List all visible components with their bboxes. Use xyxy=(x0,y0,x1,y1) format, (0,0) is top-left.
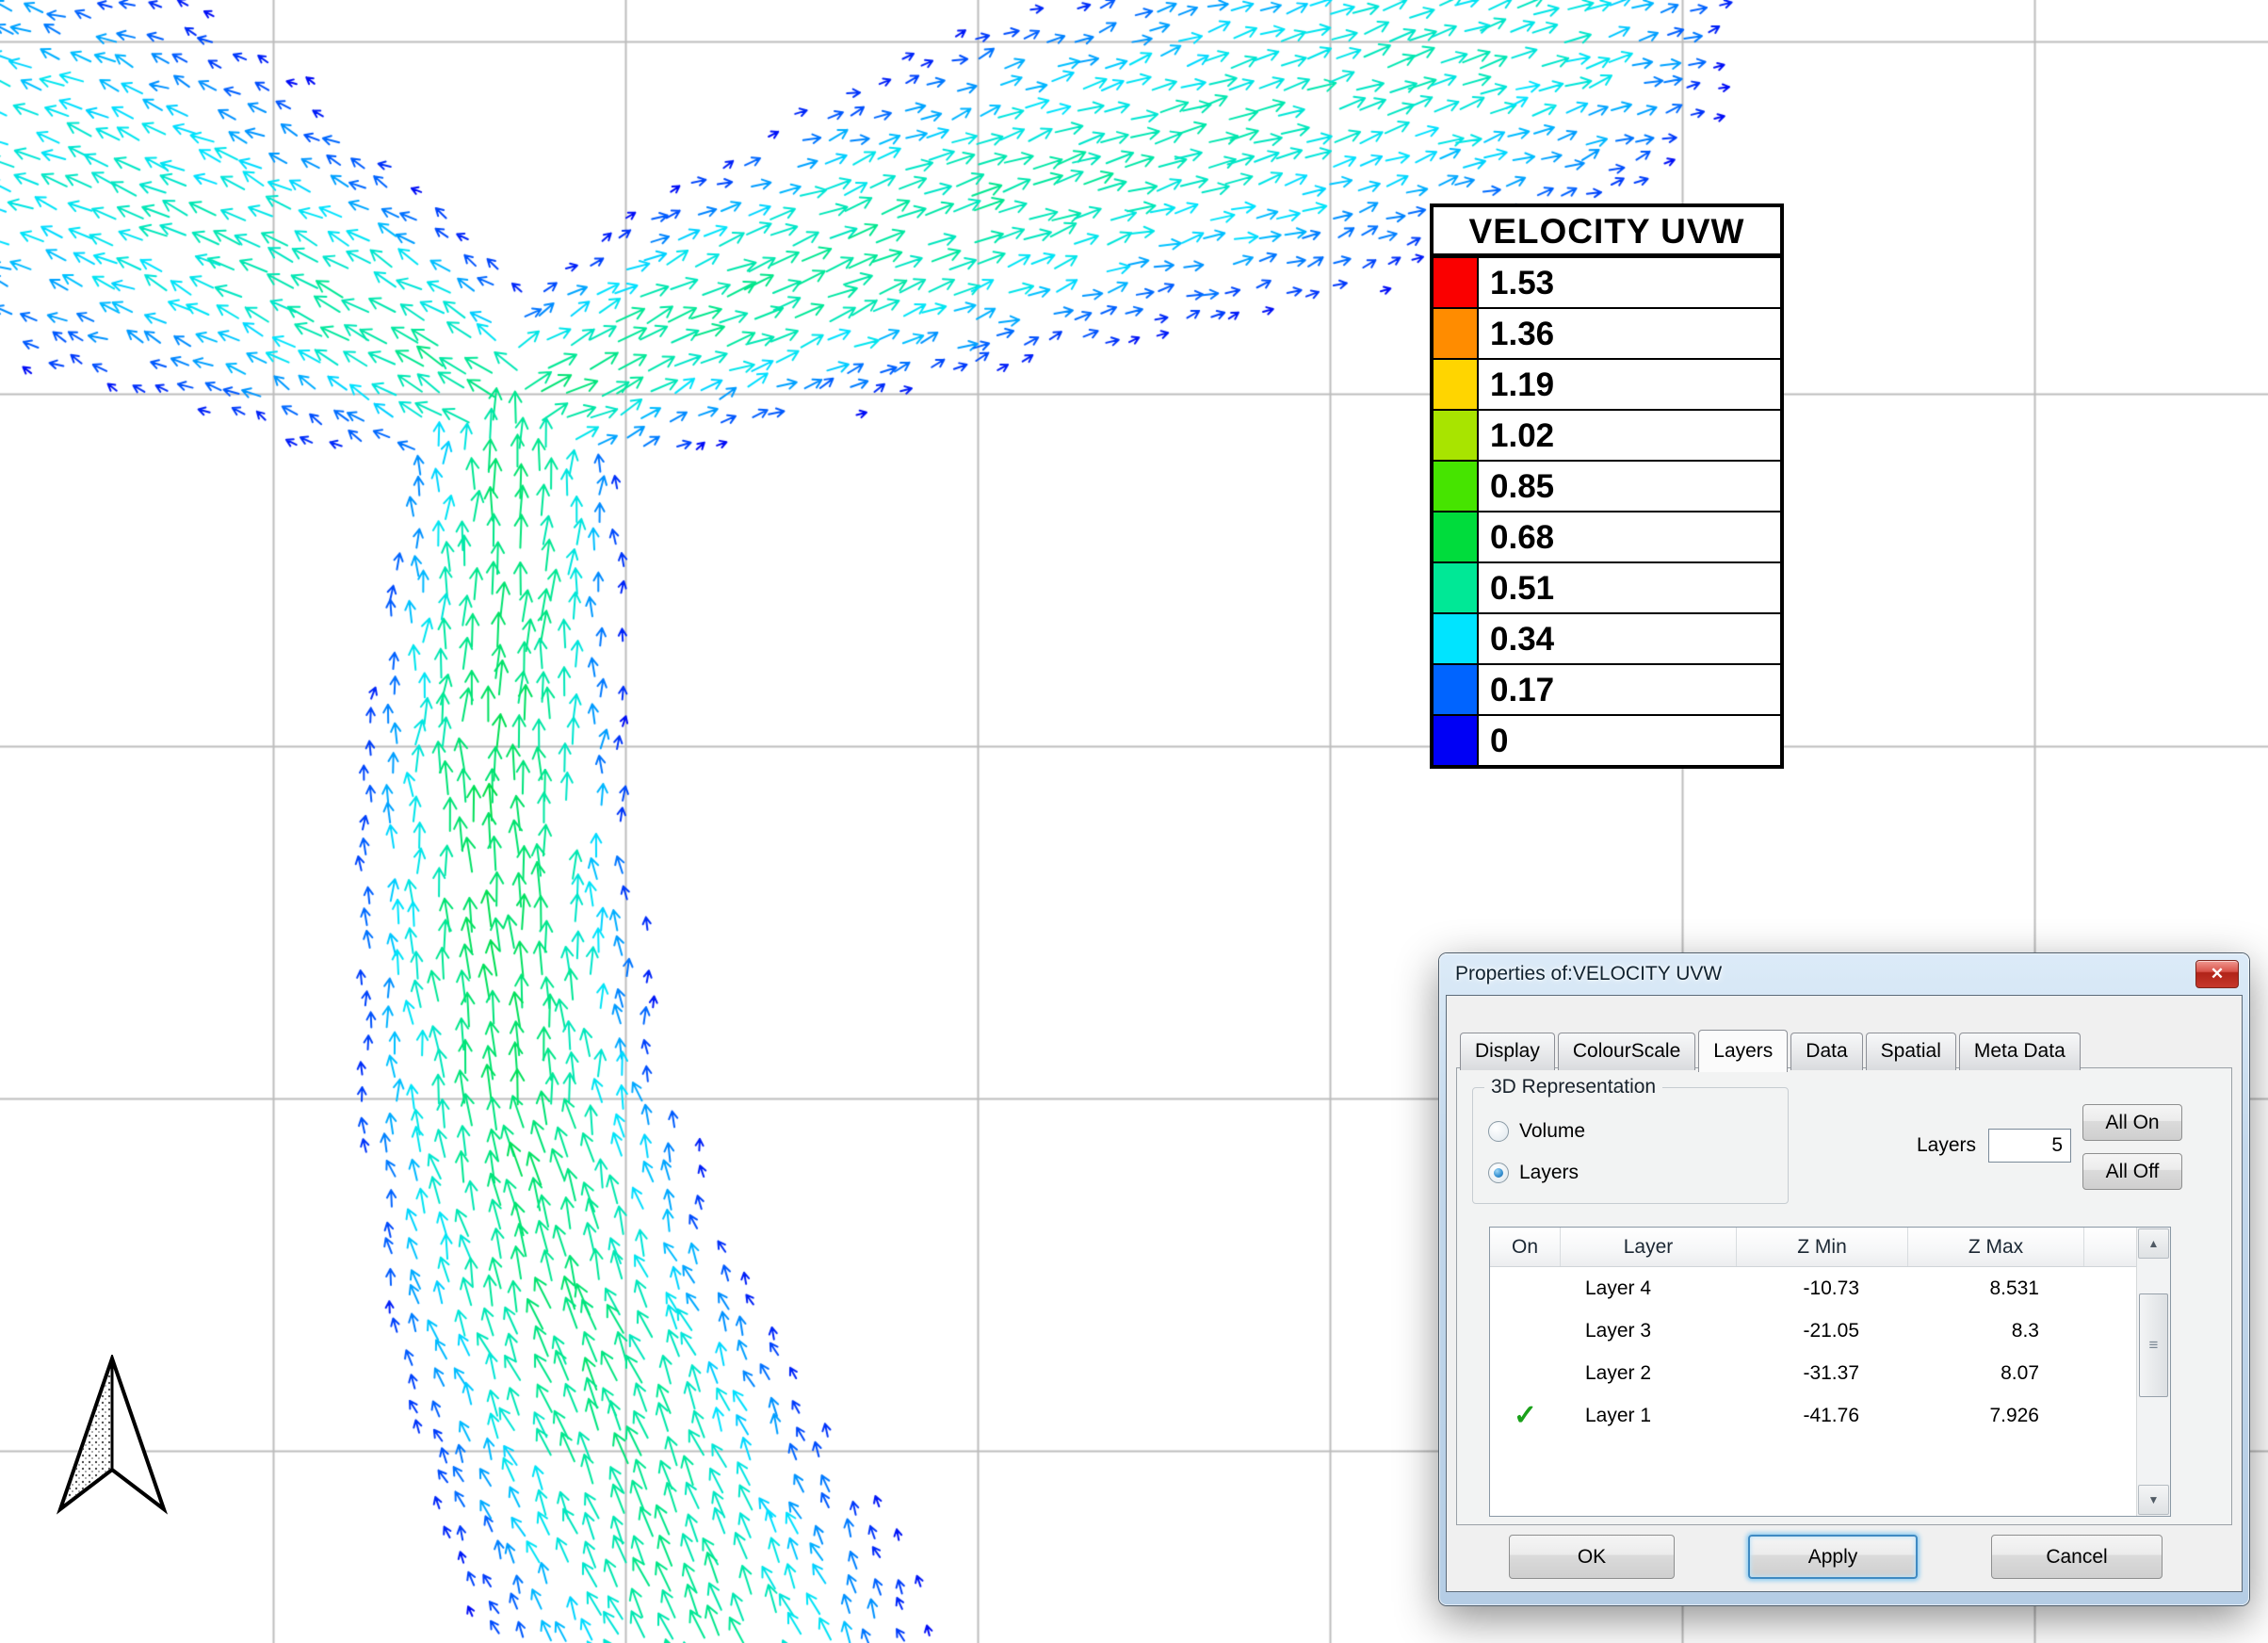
layer-name: Layer 4 xyxy=(1561,1277,1737,1300)
legend-swatch xyxy=(1434,512,1479,561)
legend-swatch xyxy=(1434,411,1479,460)
radio-layers[interactable]: Layers xyxy=(1488,1162,1579,1184)
layers-table: On Layer Z Min Z Max Layer 4 -10.73 8.53… xyxy=(1489,1227,2171,1517)
legend-swatch xyxy=(1434,716,1479,765)
column-header-zmax[interactable]: Z Max xyxy=(1908,1228,2084,1266)
tab-data[interactable]: Data xyxy=(1790,1033,1862,1070)
column-header-on[interactable]: On xyxy=(1490,1228,1561,1266)
legend-row: 1.36 xyxy=(1434,307,1780,358)
legend-row: 1.19 xyxy=(1434,358,1780,409)
layers-table-header: On Layer Z Min Z Max xyxy=(1490,1228,2170,1267)
legend-row: 0 xyxy=(1434,714,1780,765)
representation-groupbox: 3D Representation Volume Layers xyxy=(1472,1087,1789,1204)
velocity-legend: VELOCITY UVW 1.53 1.36 1.19 1.02 0.85 0.… xyxy=(1430,203,1784,769)
dialog-title: Properties of:VELOCITY UVW xyxy=(1446,963,1722,985)
legend-value: 0.51 xyxy=(1479,563,1780,612)
close-button[interactable]: ✕ xyxy=(2195,960,2239,988)
table-row-layer2[interactable]: Layer 2 -31.37 8.07 xyxy=(1490,1352,2170,1394)
legend-row: 0.17 xyxy=(1434,663,1780,714)
ok-button[interactable]: OK xyxy=(1509,1535,1675,1579)
legend-row: 1.02 xyxy=(1434,409,1780,460)
layer-zmax: 8.07 xyxy=(1908,1362,2084,1385)
groupbox-title: 3D Representation xyxy=(1484,1076,1662,1098)
legend-value: 0.85 xyxy=(1479,462,1780,511)
scrollbar-grip-icon: ≡ xyxy=(2149,1336,2159,1355)
legend-swatch xyxy=(1434,563,1479,612)
north-arrow-icon xyxy=(55,1355,170,1515)
legend-value: 0.17 xyxy=(1479,665,1780,714)
layer-zmin: -41.76 xyxy=(1737,1405,1908,1427)
legend-value: 0.34 xyxy=(1479,614,1780,663)
legend-swatch xyxy=(1434,665,1479,714)
layer-toggle-buttons: All On All Off xyxy=(2082,1104,2182,1190)
properties-dialog: Properties of:VELOCITY UVW ✕ Display Col… xyxy=(1439,953,2249,1605)
table-row-layer1[interactable]: ✓ Layer 1 -41.76 7.926 xyxy=(1490,1394,2170,1437)
legend-value: 1.19 xyxy=(1479,360,1780,409)
column-header-layer[interactable]: Layer xyxy=(1561,1228,1737,1266)
dialog-titlebar[interactable]: Properties of:VELOCITY UVW ✕ xyxy=(1446,953,2243,995)
layers-count-input[interactable] xyxy=(1988,1129,2071,1163)
layer-zmax: 8.3 xyxy=(1908,1320,2084,1342)
table-row-layer4[interactable]: Layer 4 -10.73 8.531 xyxy=(1490,1267,2170,1310)
legend-value: 0 xyxy=(1479,716,1780,765)
all-on-button[interactable]: All On xyxy=(2082,1104,2182,1141)
tab-display[interactable]: Display xyxy=(1460,1033,1555,1070)
dialog-footer: OK Apply Cancel xyxy=(1447,1535,2242,1580)
layer-zmax: 7.926 xyxy=(1908,1405,2084,1427)
column-header-zmin[interactable]: Z Min xyxy=(1737,1228,1908,1266)
layer-zmin: -31.37 xyxy=(1737,1362,1908,1385)
layers-count-field: Layers xyxy=(1917,1129,2071,1163)
layers-count-label: Layers xyxy=(1917,1134,1976,1157)
cancel-button[interactable]: Cancel xyxy=(1991,1535,2163,1579)
tab-layers[interactable]: Layers xyxy=(1698,1030,1788,1072)
legend-swatch xyxy=(1434,309,1479,358)
radio-layers-circle-icon[interactable] xyxy=(1488,1163,1509,1183)
legend-value: 1.36 xyxy=(1479,309,1780,358)
dialog-client-area: Display ColourScale Layers Data Spatial … xyxy=(1446,995,2243,1592)
legend-value: 1.53 xyxy=(1479,258,1780,307)
legend-row: 1.53 xyxy=(1434,256,1780,307)
scroll-up-icon: ▲ xyxy=(2148,1237,2160,1250)
layer-name: Layer 3 xyxy=(1561,1320,1737,1342)
radio-volume[interactable]: Volume xyxy=(1488,1120,1585,1143)
legend-value: 0.68 xyxy=(1479,512,1780,561)
layer-zmax: 8.531 xyxy=(1908,1277,2084,1300)
legend-row: 0.68 xyxy=(1434,511,1780,561)
layer-on-check-icon[interactable]: ✓ xyxy=(1490,1399,1561,1432)
legend-title: VELOCITY UVW xyxy=(1434,207,1780,256)
radio-volume-circle-icon[interactable] xyxy=(1488,1121,1509,1142)
layer-zmin: -21.05 xyxy=(1737,1320,1908,1342)
all-off-button[interactable]: All Off xyxy=(2082,1153,2182,1190)
table-scrollbar[interactable]: ▲ ≡ ▼ xyxy=(2136,1228,2170,1516)
legend-swatch xyxy=(1434,462,1479,511)
scroll-down-icon: ▼ xyxy=(2148,1493,2160,1506)
scroll-down-button[interactable]: ▼ xyxy=(2138,1485,2169,1515)
layer-zmin: -10.73 xyxy=(1737,1277,1908,1300)
legend-row: 0.85 xyxy=(1434,460,1780,511)
legend-swatch xyxy=(1434,258,1479,307)
legend-value: 1.02 xyxy=(1479,411,1780,460)
apply-button[interactable]: Apply xyxy=(1748,1535,1918,1579)
scroll-up-button[interactable]: ▲ xyxy=(2138,1228,2169,1259)
layers-tab-panel: 3D Representation Volume Layers Layers xyxy=(1456,1067,2232,1525)
radio-layers-label: Layers xyxy=(1519,1162,1579,1184)
map-view: VELOCITY UVW 1.53 1.36 1.19 1.02 0.85 0.… xyxy=(0,0,2268,1643)
legend-swatch xyxy=(1434,614,1479,663)
layer-name: Layer 2 xyxy=(1561,1362,1737,1385)
legend-swatch xyxy=(1434,360,1479,409)
tab-spatial[interactable]: Spatial xyxy=(1866,1033,1956,1070)
close-icon: ✕ xyxy=(2211,965,2224,984)
layer-name: Layer 1 xyxy=(1561,1405,1737,1427)
legend-row: 0.51 xyxy=(1434,561,1780,612)
tab-bar: Display ColourScale Layers Data Spatial … xyxy=(1460,1030,2083,1070)
tab-metadata[interactable]: Meta Data xyxy=(1959,1033,2081,1070)
legend-row: 0.34 xyxy=(1434,612,1780,663)
tab-colourscale[interactable]: ColourScale xyxy=(1558,1033,1695,1070)
table-row-layer3[interactable]: Layer 3 -21.05 8.3 xyxy=(1490,1310,2170,1352)
scrollbar-thumb[interactable]: ≡ xyxy=(2139,1293,2168,1397)
radio-volume-label: Volume xyxy=(1519,1120,1585,1143)
